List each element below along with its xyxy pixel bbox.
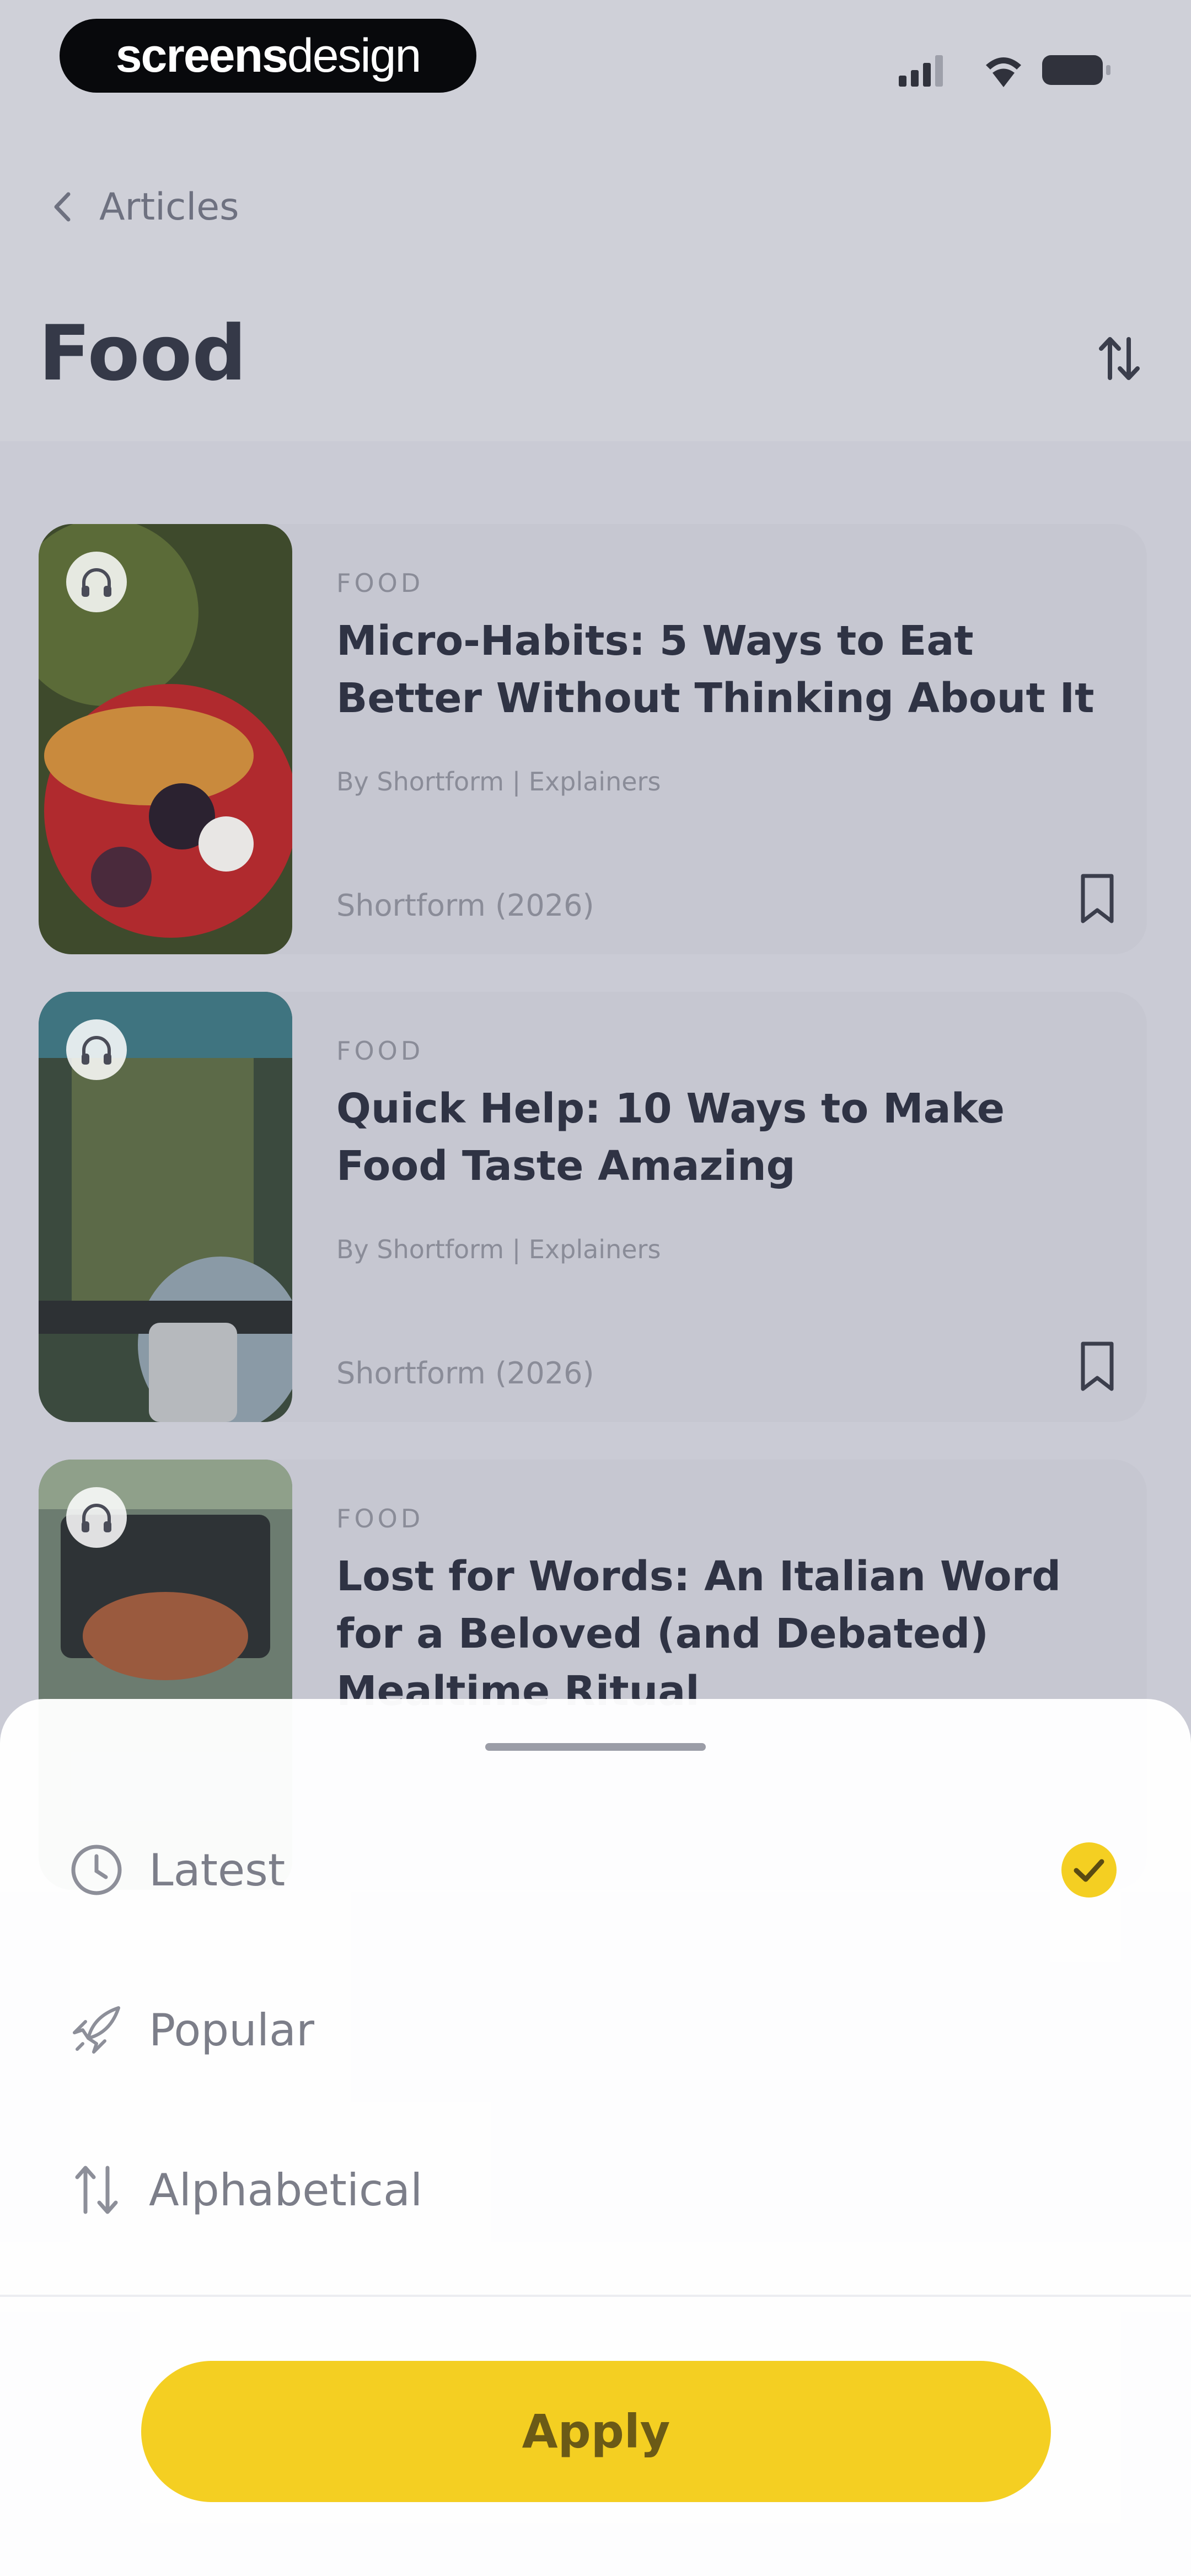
- brand-logo-light: design: [287, 29, 421, 82]
- bookmark-icon[interactable]: [1075, 872, 1119, 927]
- sort-option-alphabetical[interactable]: Alphabetical: [66, 2146, 1136, 2234]
- apply-button[interactable]: Apply: [141, 2361, 1051, 2502]
- brand-logo-bold: screens: [115, 29, 288, 82]
- article-category: FOOD: [336, 1504, 424, 1533]
- chevron-left-icon: [54, 192, 71, 222]
- wifi-icon: [986, 57, 1021, 87]
- sort-option-popular[interactable]: Popular: [66, 1986, 1136, 2074]
- battery-icon: [1042, 55, 1110, 85]
- sheet-handle[interactable]: [485, 1743, 706, 1751]
- bookmark-icon[interactable]: [1075, 1339, 1119, 1394]
- article-category: FOOD: [336, 1036, 424, 1066]
- back-label: Articles: [99, 185, 239, 229]
- page-title: Food: [39, 309, 247, 398]
- sort-option-label: Popular: [149, 2004, 314, 2056]
- article-category: FOOD: [336, 568, 424, 598]
- sort-option-label: Latest: [149, 1844, 286, 1896]
- article-author: By Shortform | Explainers: [336, 1234, 661, 1264]
- article-card[interactable]: FOOD Micro-Habits: 5 Ways to Eat Better …: [39, 524, 1147, 954]
- signal-icon: [899, 55, 943, 87]
- article-source: Shortform (2026): [336, 1356, 594, 1391]
- clock-icon: [71, 1845, 122, 1895]
- headphones-icon[interactable]: [66, 552, 127, 612]
- headphones-icon[interactable]: [66, 1487, 127, 1548]
- article-title: Micro-Habits: 5 Ways to Eat Better Witho…: [336, 617, 1095, 722]
- sort-sheet: Latest Popular Alphabetical Apply: [0, 1699, 1191, 2576]
- sort-option-latest[interactable]: Latest: [66, 1826, 1136, 1914]
- checkmark-icon: [1061, 1842, 1117, 1898]
- rocket-icon: [73, 2006, 120, 2054]
- sort-option-label: Alphabetical: [149, 2164, 423, 2216]
- sheet-divider: [0, 2295, 1191, 2297]
- article-title: Quick Help: 10 Ways to Make Food Taste A…: [336, 1085, 1005, 1190]
- article-card[interactable]: FOOD Quick Help: 10 Ways to Make Food Ta…: [39, 992, 1147, 1422]
- article-title: Lost for Words: An Italian Word for a Be…: [336, 1553, 1061, 1715]
- sort-arrows-icon: [75, 2166, 118, 2214]
- article-source: Shortform (2026): [336, 888, 594, 923]
- back-button[interactable]: Articles: [44, 182, 239, 232]
- status-icons: [899, 55, 1110, 87]
- brand-logo: screens design: [60, 19, 476, 93]
- sort-icon[interactable]: [1095, 331, 1144, 386]
- headphones-icon[interactable]: [66, 1019, 127, 1080]
- article-author: By Shortform | Explainers: [336, 767, 661, 797]
